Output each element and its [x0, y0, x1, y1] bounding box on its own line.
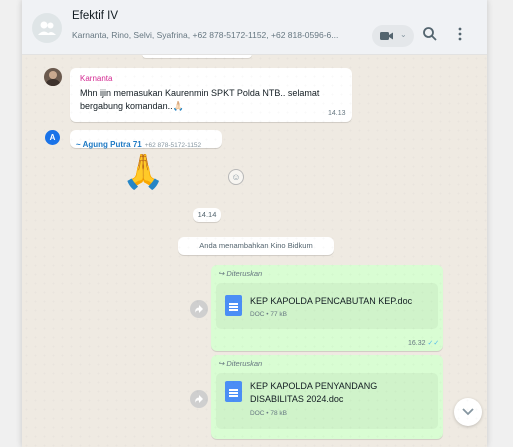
- chevron-down-icon: ⌄: [400, 30, 407, 39]
- message-karnanta[interactable]: Karnanta Mhn ijin memasukan Kaurenmin SP…: [70, 68, 352, 122]
- sender-phone: +62 878-5172-1152: [144, 142, 202, 149]
- forwarded-text: Diteruskan: [226, 359, 263, 368]
- document-name[interactable]: KEP KAPOLDA PENCABUTAN KEP.doc: [250, 295, 412, 308]
- forward-icon: [195, 305, 203, 313]
- document-icon: [225, 295, 242, 316]
- message-time: 14.13: [328, 110, 346, 117]
- sender-name[interactable]: Karnanta: [80, 74, 112, 83]
- search-button[interactable]: [422, 26, 442, 46]
- document-meta: DOC • 77 kB: [250, 311, 287, 318]
- forward-icon: [195, 395, 203, 403]
- read-ticks-icon: ✓✓: [427, 340, 440, 347]
- forward-button[interactable]: [190, 390, 208, 408]
- react-emoji-button[interactable]: ☺: [228, 169, 244, 185]
- forward-button[interactable]: [190, 300, 208, 318]
- video-camera-icon: [380, 32, 393, 40]
- chat-title[interactable]: Efektif IV: [72, 10, 118, 22]
- document-attachment[interactable]: KEP KAPOLDA PENCABUTAN KEP.doc DOC • 77 …: [216, 283, 438, 329]
- sender-name[interactable]: ~ Agung Putra 71: [76, 140, 142, 149]
- menu-icon: [458, 27, 462, 41]
- message-time: 16.32 ✓✓: [408, 339, 439, 347]
- time-text: 16.32: [408, 340, 426, 347]
- message-text: Mhn ijin memasukan Kaurenmin SPKT Polda …: [80, 88, 320, 111]
- sender-avatar-agung[interactable]: A: [45, 130, 60, 145]
- sender-label-agung[interactable]: ~ Agung Putra 71 +62 878-5172-1152: [70, 130, 222, 149]
- search-icon: [423, 27, 437, 41]
- document-name[interactable]: KEP KAPOLDA PENYANDANG DISABILITAS 2024.…: [250, 380, 400, 406]
- chevron-down-icon: [462, 408, 474, 416]
- document-attachment[interactable]: KEP KAPOLDA PENYANDANG DISABILITAS 2024.…: [216, 373, 438, 429]
- menu-button[interactable]: [457, 27, 471, 47]
- forwarded-label: ↪ Diteruskan: [218, 359, 263, 368]
- video-call-button[interactable]: ⌄: [372, 25, 414, 47]
- message-doc-2[interactable]: ↪ Diteruskan KEP KAPOLDA PENYANDANG DISA…: [211, 355, 443, 439]
- chat-participants[interactable]: Karnanta, Rino, Selvi, Syafrina, +62 878…: [72, 30, 352, 40]
- forwarded-label: ↪ Diteruskan: [218, 269, 263, 278]
- chat-window: Efektif IV Karnanta, Rino, Selvi, Syafri…: [22, 0, 487, 447]
- chat-header[interactable]: Efektif IV Karnanta, Rino, Selvi, Syafri…: [22, 0, 487, 55]
- message-doc-1[interactable]: ↪ Diteruskan KEP KAPOLDA PENCABUTAN KEP.…: [211, 265, 443, 351]
- document-icon: [225, 381, 242, 402]
- document-meta: DOC • 78 kB: [250, 410, 287, 417]
- group-avatar[interactable]: [32, 13, 62, 43]
- scroll-to-bottom-button[interactable]: [454, 398, 482, 426]
- date-time-chip: 14.14: [193, 208, 221, 222]
- system-notice: Anda menambahkan Kino Bidkum: [178, 237, 334, 255]
- group-icon: [38, 21, 56, 35]
- forwarded-text: Diteruskan: [226, 269, 263, 278]
- emoji-message[interactable]: 🙏: [122, 152, 164, 192]
- sender-avatar-karnanta[interactable]: [44, 68, 62, 86]
